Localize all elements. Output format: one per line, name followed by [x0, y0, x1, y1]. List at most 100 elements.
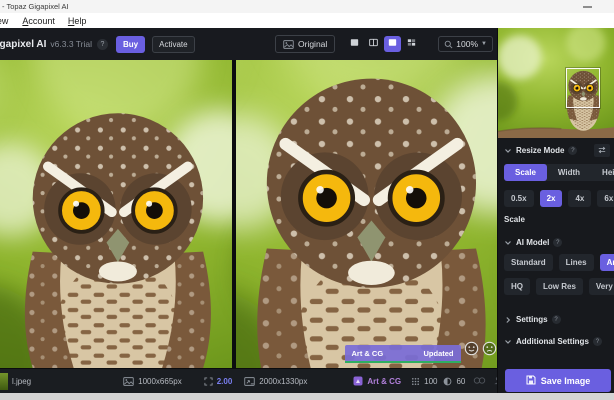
magnifier-icon: [444, 40, 453, 49]
unit-swap-button[interactable]: [594, 144, 610, 157]
navigator-thumbnail[interactable]: [498, 28, 614, 138]
scale-6x-button[interactable]: 6x: [597, 190, 614, 207]
model-status-banner: Art & CG Updated: [344, 345, 461, 363]
original-label: Original: [298, 39, 328, 49]
chevron-down-icon: ▼: [481, 41, 487, 47]
additional-settings-title: Additional Settings: [516, 337, 589, 346]
feedback-group: [464, 341, 497, 361]
feedback-happy-icon[interactable]: [464, 341, 479, 361]
menu-bar: View Account Help: [0, 13, 614, 28]
window-bottom-edge: [0, 393, 614, 400]
model-row-1: Standard Lines Art & CG: [504, 254, 614, 271]
scale-2x-button[interactable]: 2x: [539, 190, 563, 207]
additional-settings-help-badge[interactable]: ?: [592, 337, 602, 346]
zoom-control[interactable]: 100% ▼: [438, 36, 493, 52]
banner-model-label: Art & CG: [351, 348, 384, 358]
model-row-2: HQ Low Res Very Compressed: [504, 278, 614, 295]
swap-icon: [597, 146, 607, 156]
save-image-label: Save Image: [540, 375, 591, 386]
art-cg-model-icon: [353, 376, 363, 386]
buy-button[interactable]: Buy: [116, 35, 146, 53]
ai-model-header[interactable]: AI Model ?: [504, 238, 614, 247]
chevron-down-icon: [504, 239, 512, 247]
gigapixel-window: l.jpeg - Topaz Gigapixel AI View Account…: [0, 0, 614, 400]
model-hq-button[interactable]: HQ: [504, 278, 530, 295]
compare-circles-icon[interactable]: [473, 376, 486, 387]
remove-blur-group: 60: [443, 377, 465, 386]
active-model-group: Art & CG: [353, 376, 401, 386]
additional-settings-header[interactable]: Additional Settings ?: [504, 337, 614, 346]
filename: l.jpeg: [12, 376, 32, 386]
settings-header[interactable]: Settings ?: [504, 315, 614, 324]
view-single-button[interactable]: [346, 36, 363, 52]
minimize-icon[interactable]: [583, 6, 592, 8]
app-brand: Gigapixel AI: [0, 38, 47, 50]
chevron-down-icon: [504, 338, 512, 346]
scale-4x-button[interactable]: 4x: [568, 190, 592, 207]
resize-mode-header[interactable]: Resize Mode ?: [504, 144, 614, 157]
save-disk-icon: [526, 375, 536, 387]
scale-factor-value: 2.00: [216, 376, 233, 386]
banner-status-label: Updated: [423, 348, 454, 358]
ai-model-title: AI Model: [516, 238, 550, 247]
scale-label: Scale: [504, 215, 525, 224]
status-action-icons: [473, 376, 497, 387]
ai-model-help-badge[interactable]: ?: [553, 238, 563, 247]
view-comparison-icon: [406, 35, 417, 53]
navigator-view-box[interactable]: [566, 68, 600, 108]
resize-help-badge[interactable]: ?: [568, 146, 578, 155]
menu-view[interactable]: View: [0, 16, 10, 26]
model-standard-button[interactable]: Standard: [504, 254, 553, 271]
view-split-button[interactable]: [365, 36, 382, 52]
trial-help-badge[interactable]: ?: [97, 38, 108, 50]
menu-account[interactable]: Account: [20, 16, 57, 26]
output-image-icon: [244, 376, 256, 386]
active-model-value: Art & CG: [367, 376, 402, 386]
window-title: l.jpeg - Topaz Gigapixel AI: [0, 2, 69, 11]
before-image-pane[interactable]: [0, 60, 232, 368]
input-image-icon: [123, 376, 134, 386]
blur-half-circle-icon: [443, 377, 452, 386]
settings-help-badge[interactable]: ?: [551, 315, 561, 324]
view-side-by-side-icon: [387, 35, 398, 53]
noise-grid-icon: [411, 377, 420, 386]
view-side-by-side-button[interactable]: [384, 35, 402, 53]
progress-bar: [344, 360, 461, 363]
tab-scale[interactable]: Scale: [504, 164, 547, 181]
menu-help[interactable]: Help: [66, 16, 89, 26]
chevron-down-icon: [504, 147, 512, 155]
view-split-icon: [368, 35, 379, 53]
model-art-cg-button[interactable]: Art & CG: [599, 254, 614, 271]
tab-width[interactable]: Width: [547, 164, 591, 181]
output-size-value: 2000x1330px: [259, 376, 308, 386]
settings-title: Settings: [516, 315, 548, 324]
image-canvas: Art & CG Updated: [0, 60, 497, 368]
view-mode-group: [346, 36, 420, 52]
original-toggle-button[interactable]: Original: [275, 35, 336, 53]
resize-tabs: Scale Width Height: [504, 164, 614, 181]
activate-button[interactable]: Activate: [152, 35, 195, 53]
image-icon: [283, 39, 294, 49]
save-image-button[interactable]: Save Image: [505, 369, 611, 392]
model-lines-button[interactable]: Lines: [558, 254, 594, 271]
view-comparison-button[interactable]: [403, 36, 420, 52]
model-low-res-button[interactable]: Low Res: [536, 278, 583, 295]
chevron-right-icon: [504, 316, 512, 324]
model-very-compressed-button[interactable]: Very Compressed: [588, 278, 614, 295]
expand-arrows-icon: [204, 376, 213, 386]
scale-0.5x-button[interactable]: 0.5x: [504, 190, 534, 207]
tab-height[interactable]: Height: [591, 164, 614, 181]
zoom-value: 100%: [456, 39, 479, 49]
remove-blur-value: 60: [456, 376, 466, 386]
status-bar: l.jpeg 1000x665px 2.00 2000x1330px Art &…: [0, 368, 497, 393]
after-image-pane[interactable]: Art & CG Updated: [236, 60, 498, 368]
person-icon[interactable]: [493, 376, 497, 387]
feedback-sad-icon[interactable]: [482, 341, 497, 361]
resize-mode-title: Resize Mode: [516, 146, 565, 155]
suppress-noise-group: 100: [411, 377, 437, 386]
right-sidebar: Resize Mode ? Scale Width Height 0.5x 2x…: [497, 28, 614, 393]
app-version: v6.3.3 Trial: [50, 39, 92, 49]
suppress-noise-value: 100: [424, 376, 438, 386]
app-header: Gigapixel AI v6.3.3 Trial ? Buy Activate…: [0, 28, 497, 60]
file-thumbnail: [0, 372, 8, 390]
